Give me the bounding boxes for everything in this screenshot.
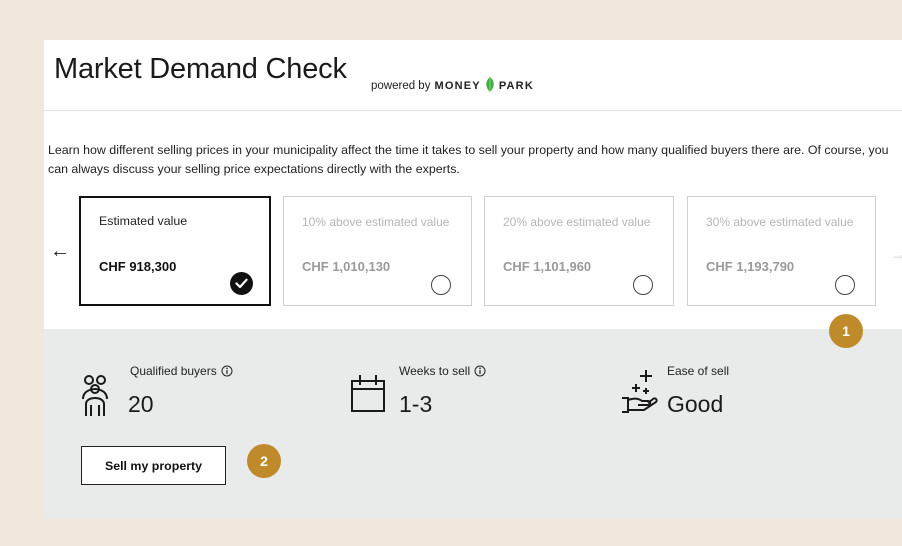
intro-text: Learn how different selling prices in yo…: [48, 143, 889, 176]
hand-sparkle-icon: [620, 368, 660, 419]
price-option-label: 20% above estimated value: [503, 215, 651, 229]
calendar-icon: [351, 372, 385, 417]
powered-by-label: powered by: [371, 80, 431, 92]
info-icon[interactable]: [221, 365, 233, 380]
metric-value: 20: [128, 391, 154, 417]
metric-value: 1-3: [399, 391, 433, 417]
price-option-card[interactable]: Estimated value CHF 918,300: [79, 196, 271, 306]
previous-arrow-icon[interactable]: ←: [50, 240, 70, 263]
metrics-section: [44, 329, 902, 518]
price-option-card[interactable]: 10% above estimated value CHF 1,010,130: [283, 196, 472, 306]
price-option-label: Estimated value: [99, 214, 188, 228]
price-option-value: CHF 1,010,130: [302, 259, 391, 274]
info-icon[interactable]: [474, 365, 486, 380]
price-option-label: 30% above estimated value: [706, 215, 854, 229]
step-badge-2: 2: [247, 444, 281, 478]
market-demand-panel: Market Demand Check powered by MONEY PAR…: [44, 40, 902, 518]
metric-value: Good: [667, 391, 724, 417]
price-option-value: CHF 1,193,790: [706, 259, 795, 274]
radio-button[interactable]: [835, 275, 855, 295]
price-option-value: CHF 1,101,960: [503, 259, 592, 274]
page-title: Market Demand Check: [54, 53, 347, 85]
checkmark-icon: [230, 272, 253, 295]
leaf-logo-icon: [484, 76, 496, 96]
price-option-label: 10% above estimated value: [302, 215, 450, 229]
metric-label: Ease of sell: [667, 364, 730, 378]
header-divider: [44, 110, 902, 111]
price-option-card[interactable]: 20% above estimated value CHF 1,101,960: [484, 196, 674, 306]
people-icon: [80, 372, 114, 421]
sell-my-property-button[interactable]: Sell my property: [81, 446, 226, 485]
metric-label: Weeks to sell: [399, 364, 486, 380]
price-option-value: CHF 918,300: [99, 259, 177, 274]
powered-by: powered by MONEY PARK: [371, 76, 534, 96]
radio-button[interactable]: [431, 275, 451, 295]
brand-name-right: PARK: [498, 80, 534, 92]
brand-name-left: MONEY: [434, 80, 481, 92]
metric-label: Qualified buyers: [130, 364, 233, 380]
radio-button[interactable]: [633, 275, 653, 295]
step-badge-1: 1: [829, 314, 863, 348]
price-option-card[interactable]: 30% above estimated value CHF 1,193,790: [687, 196, 876, 306]
next-arrow-icon[interactable]: →: [890, 244, 902, 265]
